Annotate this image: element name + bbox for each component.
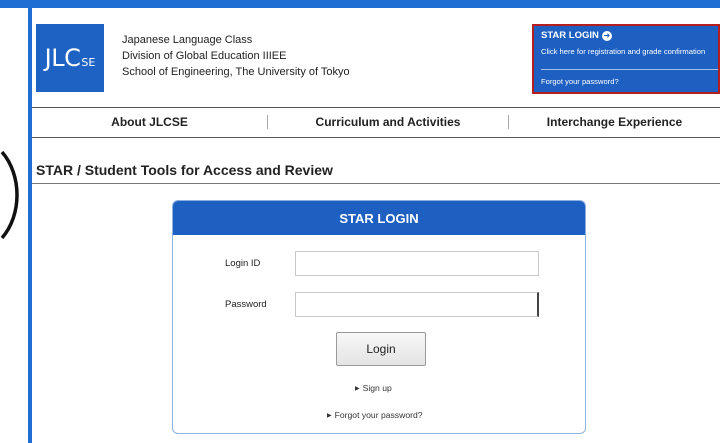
page-title: STAR / Student Tools for Access and Revi…: [36, 162, 333, 178]
forgot-password-header-link[interactable]: Forgot your password?: [541, 77, 619, 86]
window-frame-left: [28, 0, 32, 443]
nav-item-interchange[interactable]: Interchange Experience: [509, 108, 720, 136]
org-line: School of Engineering, The University of…: [122, 66, 350, 78]
jlcse-logo[interactable]: JLC SE: [36, 24, 104, 92]
bracket-decoration: [0, 150, 22, 240]
nav-item-about[interactable]: About JLCSE: [32, 108, 267, 136]
forgot-password-link[interactable]: ▶ Forgot your password?: [327, 410, 423, 420]
sign-up-text: Sign up: [362, 383, 392, 393]
nav-bottom-border: [32, 137, 720, 138]
divider: [541, 69, 718, 70]
organization-info: Japanese Language Class Division of Glob…: [122, 32, 350, 80]
password-label: Password: [225, 299, 267, 310]
window-frame-top: [0, 0, 720, 8]
nav-item-curriculum[interactable]: Curriculum and Activities: [268, 108, 508, 136]
forgot-password-text: Forgot your password?: [334, 410, 423, 420]
logo-sub-text: SE: [81, 56, 96, 69]
sign-up-link[interactable]: ▶ Sign up: [355, 383, 392, 393]
section-divider: [32, 183, 720, 184]
main-navigation: About JLCSE Curriculum and Activities In…: [32, 108, 720, 136]
login-id-label: Login ID: [225, 258, 261, 269]
login-panel-header: STAR LOGIN: [173, 201, 585, 235]
login-panel: STAR LOGIN Login ID Password Login ▶ Sign…: [172, 200, 586, 434]
star-login-box[interactable]: STAR LOGIN ➜ Click here for registration…: [532, 24, 720, 94]
star-login-title: STAR LOGIN: [541, 30, 599, 41]
login-button[interactable]: Login: [336, 332, 426, 366]
star-login-link[interactable]: STAR LOGIN ➜: [541, 30, 718, 41]
triangle-right-icon: ▶: [327, 413, 332, 419]
org-line: Japanese Language Class: [122, 34, 253, 46]
password-input[interactable]: [295, 292, 539, 317]
triangle-right-icon: ▶: [355, 386, 360, 392]
arrow-right-circle-icon: ➜: [601, 30, 612, 41]
org-line: Division of Global Education IIIEE: [122, 50, 287, 62]
logo-main-text: JLC: [44, 44, 81, 72]
registration-link[interactable]: Click here for registration and grade co…: [541, 47, 718, 56]
login-id-input[interactable]: [295, 251, 539, 276]
